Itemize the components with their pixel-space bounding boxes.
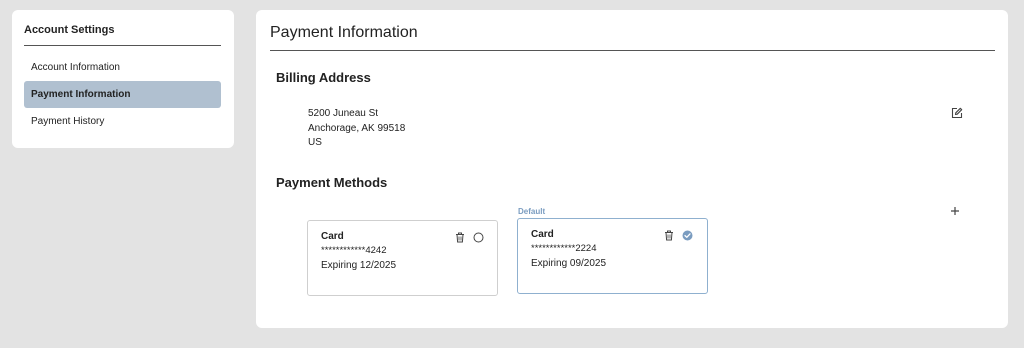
card-expiry: Expiring 09/2025 [531,258,607,269]
main-panel: Payment Information Billing Address 5200… [256,10,1008,328]
card-expiry: Expiring 12/2025 [321,260,397,271]
address-line-2: Anchorage, AK 99518 [308,122,406,134]
payment-card-4242[interactable]: Card ************4242 Expiring 12/2025 [307,220,498,296]
card-number: ************2224 [531,243,597,254]
card-number: ************4242 [321,245,387,256]
set-default-radio-icon[interactable] [471,230,485,244]
card-title: Card [531,229,554,240]
billing-address-heading: Billing Address [276,70,371,85]
card-title: Card [321,231,344,242]
payment-card-2224[interactable]: Card ************2224 Expiring 09/2025 [517,218,708,294]
default-check-icon[interactable] [680,228,694,242]
page-title: Payment Information [270,24,995,51]
trash-icon[interactable] [662,228,676,242]
sidebar-title: Account Settings [24,24,221,46]
plus-icon[interactable] [948,204,962,218]
address-line-1: 5200 Juneau St [308,108,379,119]
trash-icon[interactable] [453,230,467,244]
edit-icon[interactable] [950,106,964,120]
sidebar-item-payment-history[interactable]: Payment History [24,108,221,135]
settings-sidebar: Account Settings Account Information Pay… [12,10,234,148]
sidebar-item-account-information[interactable]: Account Information [24,54,221,81]
address-line-3: US [308,137,322,148]
default-label: Default [518,207,546,216]
payment-methods-heading: Payment Methods [276,175,388,190]
sidebar-item-payment-information[interactable]: Payment Information [24,81,221,108]
billing-address: 5200 Juneau St Anchorage, AK 99518 US [308,107,405,151]
